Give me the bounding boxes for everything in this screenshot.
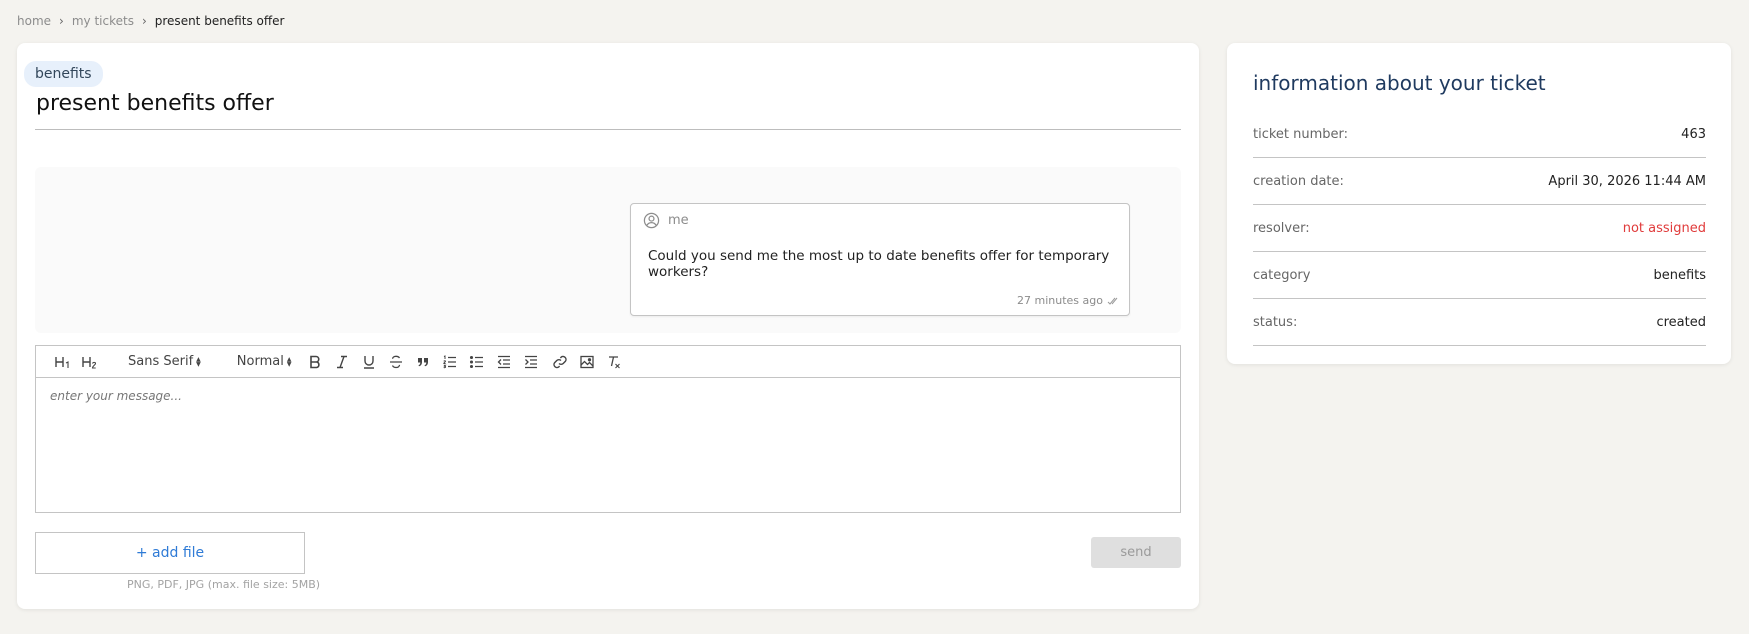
info-value: April 30, 2026 11:44 AM (1548, 173, 1706, 189)
info-value: not assigned (1622, 220, 1706, 236)
message-time: 27 minutes ago (1017, 294, 1103, 307)
blockquote-button[interactable] (409, 350, 436, 374)
ticket-card: benefits present benefits offer me Could… (17, 43, 1199, 609)
heading-1-icon (54, 356, 69, 368)
strikethrough-icon (389, 355, 402, 368)
image-button[interactable] (573, 350, 600, 374)
message-timestamp: 27 minutes ago (1017, 294, 1119, 307)
link-icon (553, 355, 567, 368)
info-label: category (1253, 267, 1311, 283)
bold-button[interactable] (301, 350, 328, 374)
message-input[interactable]: enter your message... (36, 378, 1180, 414)
ordered-list-icon (443, 354, 456, 368)
info-row-ticket-number: ticket number: 463 (1253, 111, 1706, 158)
message-author-name: me (668, 213, 689, 228)
font-family-value: Sans Serif (128, 354, 194, 369)
heading-1-button[interactable] (48, 350, 75, 374)
ticket-info-card: information about your ticket ticket num… (1227, 43, 1731, 364)
breadcrumb-my-tickets[interactable]: my tickets (72, 14, 134, 28)
font-size-value: Normal (236, 354, 284, 369)
indent-icon (524, 355, 537, 368)
add-file-button[interactable]: + add file (35, 532, 305, 574)
info-value: 463 (1681, 126, 1706, 142)
heading-2-button[interactable] (75, 350, 102, 374)
font-size-select[interactable]: Normal ▲ ▼ (237, 354, 292, 369)
title-divider (35, 129, 1181, 130)
message-text: Could you send me the most up to date be… (648, 248, 1110, 280)
message-author: me (643, 212, 689, 229)
underline-icon (363, 355, 374, 369)
category-tag: benefits (24, 61, 103, 87)
info-row-creation-date: creation date: April 30, 2026 11:44 AM (1253, 158, 1706, 205)
info-row-resolver: resolver: not assigned (1253, 205, 1706, 252)
breadcrumb: home › my tickets › present benefits off… (17, 14, 284, 28)
heading-2-icon (81, 356, 96, 369)
breadcrumb-separator: › (59, 14, 64, 28)
outdent-icon (497, 355, 510, 368)
user-avatar-icon (643, 212, 660, 229)
message-bubble: me Could you send me the most up to date… (630, 203, 1130, 316)
info-value: created (1656, 314, 1706, 330)
send-button[interactable]: send (1091, 537, 1181, 568)
bullet-list-icon (469, 355, 483, 368)
info-label: creation date: (1253, 173, 1344, 189)
bullet-list-button[interactable] (463, 350, 490, 374)
info-label: status: (1253, 314, 1298, 330)
clear-format-icon (608, 355, 620, 368)
info-row-status: status: created (1253, 299, 1706, 346)
strikethrough-button[interactable] (382, 350, 409, 374)
info-label: resolver: (1253, 220, 1310, 236)
italic-button[interactable] (328, 350, 355, 374)
info-label: ticket number: (1253, 126, 1349, 142)
outdent-button[interactable] (490, 350, 517, 374)
info-row-category: category benefits (1253, 252, 1706, 299)
image-icon (580, 355, 594, 368)
breadcrumb-current: present benefits offer (154, 14, 285, 28)
indent-button[interactable] (517, 350, 544, 374)
editor-toolbar: Sans Serif ▲ ▼ Normal ▲ ▼ (36, 346, 1180, 378)
quote-icon (417, 357, 428, 366)
ticket-title: present benefits offer (36, 91, 274, 116)
select-arrows-icon: ▲ ▼ (286, 355, 292, 368)
file-hint: PNG, PDF, JPG (max. file size: 5MB) (127, 578, 321, 591)
italic-icon (336, 355, 347, 368)
info-title: information about your ticket (1253, 71, 1546, 95)
breadcrumb-home[interactable]: home (17, 14, 51, 28)
breadcrumb-separator: › (141, 14, 147, 28)
info-list: ticket number: 463 creation date: April … (1253, 111, 1706, 346)
ordered-list-button[interactable] (436, 350, 463, 374)
select-arrows-icon: ▲ ▼ (196, 355, 201, 368)
bold-icon (310, 355, 320, 368)
info-value: benefits (1653, 267, 1706, 283)
message-editor: Sans Serif ▲ ▼ Normal ▲ ▼ enter your mes… (35, 345, 1181, 513)
font-family-select[interactable]: Sans Serif ▲ ▼ (128, 354, 201, 369)
double-check-icon (1107, 297, 1118, 305)
link-button[interactable] (546, 350, 573, 374)
clear-format-button[interactable] (600, 350, 627, 374)
underline-button[interactable] (355, 350, 382, 374)
